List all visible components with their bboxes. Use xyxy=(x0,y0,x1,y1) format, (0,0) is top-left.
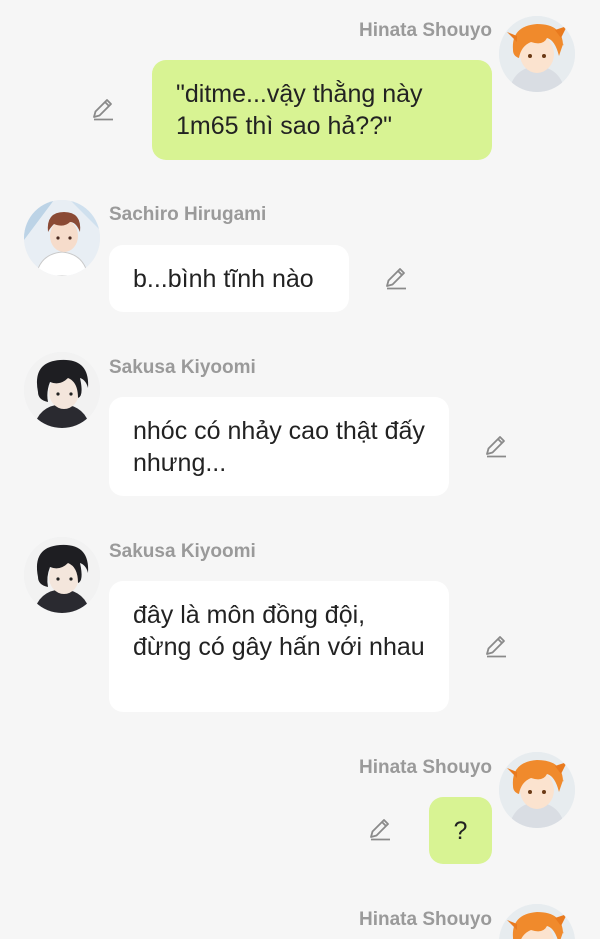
sender-name: Hinata Shouyo xyxy=(358,909,492,930)
edit-icon[interactable] xyxy=(90,96,116,122)
sender-name: Hinata Shouyo xyxy=(358,757,492,778)
edit-icon[interactable] xyxy=(483,633,509,659)
edit-icon[interactable] xyxy=(383,265,409,291)
message-bubble[interactable]: b...bình tĩnh nào xyxy=(109,245,349,312)
chat-thread: Hinata Shouyo "ditme...vậy thằng này 1m6… xyxy=(0,0,600,939)
sender-name: Sakusa Kiyoomi xyxy=(109,541,256,562)
sender-name: Sachiro Hirugami xyxy=(109,204,267,225)
avatar-hinata[interactable] xyxy=(499,904,575,939)
avatar-sakusa[interactable] xyxy=(24,352,100,428)
sender-name: Sakusa Kiyoomi xyxy=(109,357,256,378)
message-bubble[interactable]: "ditme...vậy thằng này 1m65 thì sao hả??… xyxy=(152,60,492,160)
message-bubble[interactable]: ? xyxy=(429,797,492,864)
message-bubble[interactable]: nhóc có nhảy cao thật đấy nhưng... xyxy=(109,397,449,496)
avatar-sakusa[interactable] xyxy=(24,537,100,613)
edit-icon[interactable] xyxy=(367,816,393,842)
avatar-sachiro[interactable] xyxy=(24,200,100,276)
message-bubble[interactable]: đây là môn đồng đội, đừng có gây hấn với… xyxy=(109,581,449,712)
avatar-hinata[interactable] xyxy=(499,16,575,92)
edit-icon[interactable] xyxy=(483,433,509,459)
avatar-hinata[interactable] xyxy=(499,752,575,828)
sender-name: Hinata Shouyo xyxy=(358,20,492,41)
